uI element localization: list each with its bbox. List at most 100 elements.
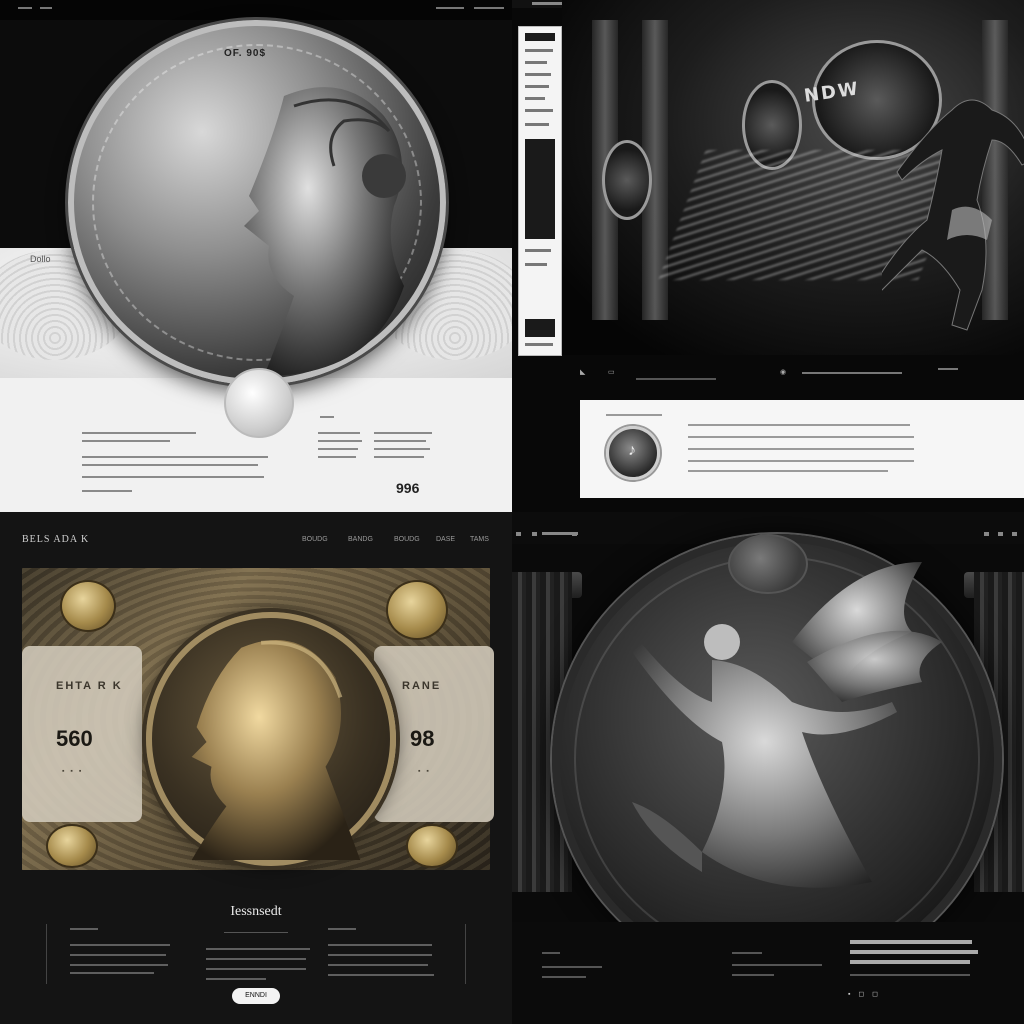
note-right-value: 98 <box>410 726 435 751</box>
pagination[interactable]: ▪ ◻ ◻ <box>848 990 881 998</box>
text-line <box>206 948 310 950</box>
sidebar-item[interactable] <box>525 49 553 52</box>
nav-link-1[interactable]: BOUDG <box>302 536 328 543</box>
left-sidebar <box>518 26 562 356</box>
top-bar <box>0 0 512 20</box>
card-text <box>688 448 914 450</box>
gold-coin <box>406 824 458 868</box>
note-left-label: EHTA R K <box>56 680 123 692</box>
text-line <box>374 448 430 450</box>
headline-line <box>850 960 970 964</box>
dial-button[interactable]: ♪ <box>606 426 660 480</box>
note-right-caption: ▪ ▪ <box>418 768 431 775</box>
control-icon[interactable]: ◉ <box>780 368 786 376</box>
text-line <box>70 954 166 956</box>
text-line <box>328 954 432 956</box>
nav-link-4[interactable]: DASE <box>436 536 455 543</box>
text-line <box>318 456 356 458</box>
note-right-label: RANE <box>402 680 442 692</box>
text-line <box>374 456 424 458</box>
nav-link-5[interactable]: TAMS <box>470 536 489 543</box>
gold-coin <box>60 580 116 632</box>
sidebar-item[interactable] <box>525 249 551 252</box>
nav-dot[interactable] <box>998 532 1003 536</box>
note-left-value: 560 <box>56 726 93 751</box>
footer-area <box>512 922 1024 1024</box>
text-line <box>70 972 154 974</box>
sidebar-item[interactable] <box>525 73 551 76</box>
text-line <box>318 432 360 434</box>
winged-figure-relief <box>632 562 942 888</box>
control-icon[interactable]: ◣ <box>580 368 585 376</box>
control-line <box>938 368 958 370</box>
portrait-frame <box>146 612 396 866</box>
text-line <box>82 440 170 442</box>
banknote-landing-panel: BELS ADA K BOUDG BANDG BOUDG DASE TAMS E… <box>0 512 512 1024</box>
nav-dot[interactable] <box>572 532 577 536</box>
nav-link[interactable] <box>40 7 52 9</box>
gold-coin <box>386 580 448 640</box>
hero-coin: OF. 90$ <box>68 20 446 385</box>
nav-dot[interactable] <box>532 532 537 536</box>
nav-link-2[interactable]: BANDG <box>348 536 373 543</box>
text-line <box>732 964 822 966</box>
text-line <box>206 958 306 960</box>
text-line <box>374 432 432 434</box>
hall-scene <box>562 0 1024 355</box>
sidebar-item[interactable] <box>525 343 553 346</box>
sidebar-item[interactable] <box>525 61 547 64</box>
text-line <box>70 964 168 966</box>
control-icon[interactable]: ▭ <box>608 368 615 376</box>
sidebar-item[interactable] <box>525 109 553 112</box>
text-line <box>206 968 306 970</box>
text-line <box>82 464 258 466</box>
sidebar-item[interactable] <box>525 123 549 126</box>
card-text <box>688 424 910 426</box>
coin-landing-panel: Dollo OF. 90$ 996 <box>0 0 512 512</box>
sidebar-header <box>525 33 555 41</box>
card-text <box>688 470 888 472</box>
text-line <box>82 432 196 434</box>
text-line <box>732 974 774 976</box>
small-coin <box>224 368 294 438</box>
column-title <box>328 928 356 930</box>
text-line <box>328 964 428 966</box>
nav-link[interactable] <box>474 7 504 9</box>
wing-label: Dollo <box>30 254 51 264</box>
headline-line <box>850 940 972 944</box>
text-line <box>82 456 268 458</box>
nav-link-3[interactable]: BOUDG <box>394 536 420 543</box>
text-line <box>374 440 426 442</box>
nav-dot[interactable] <box>516 532 521 536</box>
headline-line <box>850 950 978 954</box>
running-figure <box>882 99 1024 331</box>
sidebar-panel <box>525 139 555 239</box>
text-line <box>850 974 970 976</box>
text-line <box>70 944 170 946</box>
control-line <box>636 378 716 380</box>
nav-dot[interactable] <box>984 532 989 536</box>
note-left-caption: ▪ ▪ ▪ <box>62 768 84 775</box>
text-line <box>206 978 266 980</box>
text-line <box>318 440 362 442</box>
sidebar-item[interactable] <box>525 263 547 266</box>
control-line <box>802 372 852 374</box>
text-line <box>542 966 602 968</box>
cta-button[interactable]: ENNDI <box>232 988 280 1004</box>
text-line <box>328 944 432 946</box>
logo-mark <box>18 7 32 9</box>
brand-logo[interactable]: BELS ADA K <box>22 534 89 545</box>
column-title <box>70 928 98 930</box>
coin-inscription: OF. 90$ <box>224 48 267 59</box>
gold-coin <box>46 824 98 868</box>
sidebar-item[interactable] <box>525 85 549 88</box>
banknote-hero: EHTA R K 560 ▪ ▪ ▪ RANE 98 ▪ ▪ <box>22 568 494 870</box>
sidebar-item[interactable] <box>525 97 545 100</box>
text-line <box>318 448 358 450</box>
wall-medallion <box>602 140 652 220</box>
nav-dot[interactable] <box>1012 532 1017 536</box>
card-text <box>688 460 914 462</box>
nav-link[interactable] <box>436 7 464 9</box>
portrait-relief <box>191 640 361 860</box>
music-note-icon: ♪ <box>628 442 636 459</box>
